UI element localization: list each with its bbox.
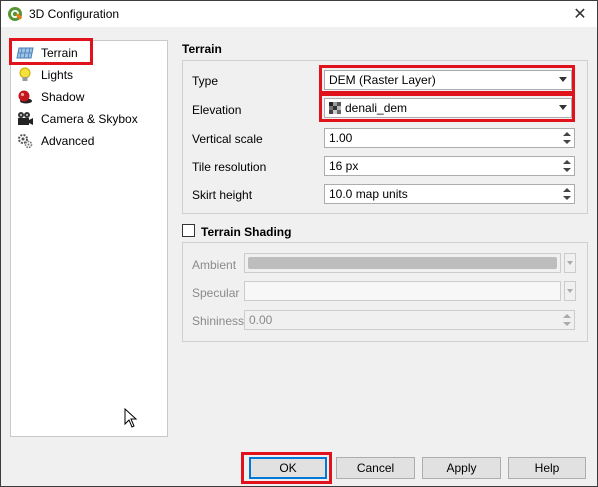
camera-icon bbox=[15, 111, 35, 127]
vertical-scale-value: 1.00 bbox=[329, 131, 353, 145]
spin-arrows-icon[interactable] bbox=[560, 129, 574, 147]
sidebar-item-label: Advanced bbox=[41, 134, 95, 148]
mouse-cursor-icon bbox=[124, 408, 138, 428]
shininess-value: 0.00 bbox=[249, 313, 273, 327]
skirt-height-value: 10.0 map units bbox=[329, 187, 408, 201]
skirt-height-spinbox[interactable]: 10.0 map units bbox=[324, 184, 575, 204]
terrain-type-dropdown[interactable]: DEM (Raster Layer) bbox=[324, 70, 572, 90]
type-label: Type bbox=[192, 74, 219, 88]
ok-button[interactable]: OK bbox=[249, 457, 327, 479]
terrain-icon bbox=[15, 45, 35, 61]
shininess-label: Shininess bbox=[192, 314, 245, 328]
shininess-spinbox[interactable]: 0.00 bbox=[244, 310, 575, 330]
lightbulb-icon bbox=[15, 67, 35, 83]
window-title: 3D Configuration bbox=[29, 7, 120, 21]
vertical-scale-spinbox[interactable]: 1.00 bbox=[324, 128, 575, 148]
sidebar-item-label: Terrain bbox=[41, 46, 78, 60]
qgis-logo-icon bbox=[8, 7, 23, 21]
gears-icon bbox=[15, 133, 35, 149]
cancel-button[interactable]: Cancel bbox=[336, 457, 415, 479]
elevation-label: Elevation bbox=[192, 103, 242, 117]
sidebar-item-label: Lights bbox=[41, 68, 74, 82]
tile-resolution-spinbox[interactable]: 16 px bbox=[324, 156, 575, 176]
spin-arrows-icon[interactable] bbox=[560, 185, 574, 203]
sidebar-item-advanced[interactable]: Advanced bbox=[15, 131, 94, 151]
specular-label: Specular bbox=[192, 286, 240, 300]
chevron-down-icon bbox=[567, 289, 573, 293]
tile-resolution-value: 16 px bbox=[329, 159, 359, 173]
ambient-color-button[interactable] bbox=[244, 253, 561, 273]
spin-arrows-icon[interactable] bbox=[560, 311, 574, 329]
ambient-color-swatch bbox=[248, 257, 557, 269]
tile-resolution-label: Tile resolution bbox=[192, 160, 267, 174]
elevation-layer-value: denali_dem bbox=[345, 101, 408, 115]
specular-color-dropdown[interactable] bbox=[564, 281, 576, 301]
sidebar-item-terrain[interactable]: Terrain bbox=[15, 43, 78, 63]
vertical-scale-label: Vertical scale bbox=[192, 132, 263, 146]
ambient-color-dropdown[interactable] bbox=[564, 253, 576, 273]
sidebar-item-lights[interactable]: Lights bbox=[15, 65, 73, 85]
help-button[interactable]: Help bbox=[508, 457, 586, 479]
sidebar-item-camera-skybox[interactable]: Camera & Skybox bbox=[15, 109, 138, 129]
title-bar: 3D Configuration ✕ bbox=[1, 1, 597, 27]
dialog-window: 3D Configuration ✕ Terrain Lights Shadow… bbox=[0, 0, 598, 487]
close-icon[interactable]: ✕ bbox=[563, 1, 597, 27]
skirt-height-label: Skirt height bbox=[192, 188, 253, 202]
raster-layer-icon bbox=[329, 102, 341, 114]
specular-color-button[interactable] bbox=[244, 281, 561, 301]
terrain-type-value: DEM (Raster Layer) bbox=[329, 73, 436, 87]
sidebar-item-label: Shadow bbox=[41, 90, 85, 104]
terrain-shading-checkbox[interactable] bbox=[182, 224, 195, 237]
chevron-down-icon bbox=[567, 261, 573, 265]
shadow-sphere-icon bbox=[15, 89, 35, 105]
settings-sidebar: Terrain Lights Shadow Camera & Skybox Ad… bbox=[10, 40, 168, 437]
spin-arrows-icon[interactable] bbox=[560, 157, 574, 175]
terrain-section-title: Terrain bbox=[182, 42, 222, 56]
chevron-down-icon bbox=[559, 77, 567, 82]
sidebar-item-shadow[interactable]: Shadow bbox=[15, 87, 84, 107]
ambient-label: Ambient bbox=[192, 258, 237, 272]
chevron-down-icon bbox=[559, 105, 567, 110]
sidebar-item-label: Camera & Skybox bbox=[41, 112, 138, 126]
apply-button[interactable]: Apply bbox=[422, 457, 501, 479]
elevation-layer-dropdown[interactable]: denali_dem bbox=[324, 98, 572, 118]
terrain-shading-title: Terrain Shading bbox=[201, 225, 292, 239]
